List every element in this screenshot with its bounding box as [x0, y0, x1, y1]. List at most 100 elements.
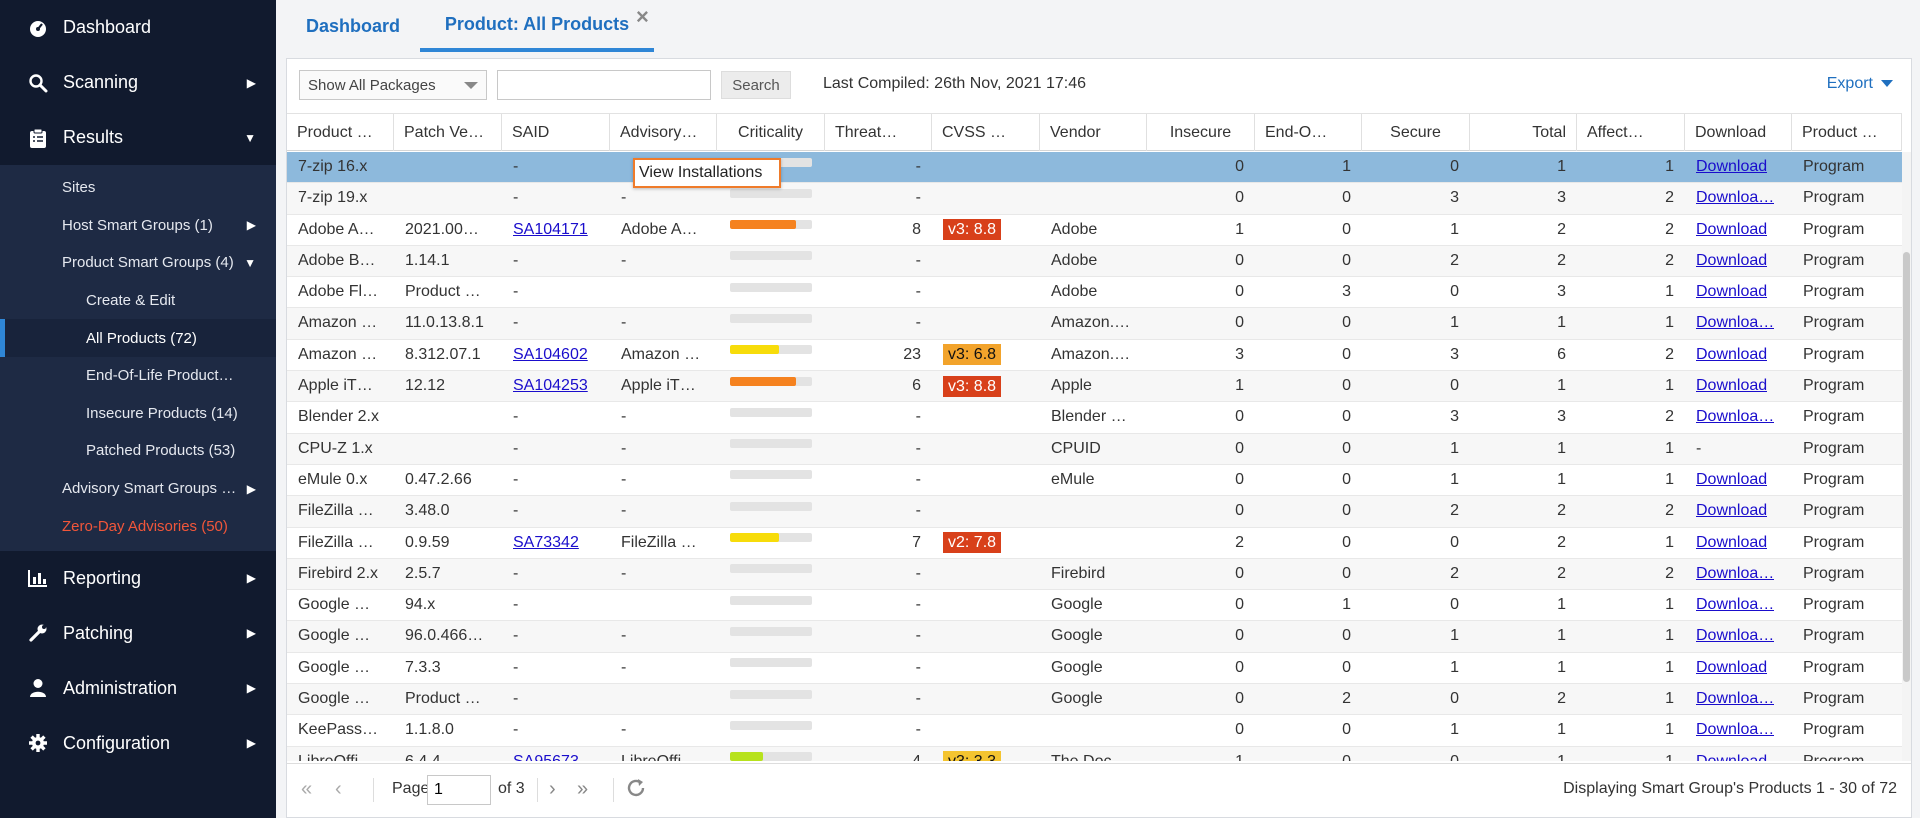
- tab-dashboard[interactable]: Dashboard: [294, 0, 412, 52]
- sidebar-item-product-smart-groups[interactable]: Product Smart Groups (4) ▼: [0, 244, 276, 282]
- sidebar-item-patched-products[interactable]: Patched Products (53): [0, 432, 276, 470]
- prev-page-icon[interactable]: ‹: [335, 778, 342, 801]
- download-link[interactable]: Downloa…: [1696, 189, 1774, 207]
- sidebar-item-create-edit[interactable]: Create & Edit: [0, 282, 276, 320]
- search-button[interactable]: Search: [721, 71, 791, 99]
- download-link[interactable]: Download: [1696, 377, 1767, 395]
- package-filter-select[interactable]: Show All Packages: [299, 70, 487, 100]
- table-row[interactable]: Blender 2.x - - - Blender … 0 0 3 3 2 Downloa… Prog…: [287, 402, 1911, 434]
- table-row[interactable]: eMule 0.x 0.47.2.66 - - - eMule 0 0 1 1 1 Download P…: [287, 465, 1911, 497]
- download-link[interactable]: Download: [1696, 534, 1767, 552]
- next-page-icon[interactable]: ›: [549, 778, 556, 801]
- column-header-threat[interactable]: Threat…: [825, 114, 932, 151]
- download-link[interactable]: Download: [1696, 471, 1767, 489]
- first-page-icon[interactable]: «: [301, 778, 312, 801]
- sidebar-item-end-of-life-products[interactable]: End-Of-Life Product…: [0, 357, 276, 395]
- download-link[interactable]: Download: [1696, 158, 1767, 176]
- table-row[interactable]: CPU-Z 1.x - - - CPUID 0 0 1 1 1 - Program: [287, 433, 1911, 465]
- table-row[interactable]: Google … 7.3.3 - - - Google 0 0 1 1 1 Download Progr…: [287, 653, 1911, 685]
- table-row[interactable]: FileZilla … 0.9.59 SA73342 FileZilla … 7 v2: …: [287, 528, 1911, 559]
- column-header-secure[interactable]: Secure: [1362, 114, 1470, 151]
- download-link[interactable]: Download: [1696, 252, 1767, 270]
- nav-dashboard[interactable]: Dashboard: [0, 0, 276, 55]
- column-header-end-of-life[interactable]: End-O…: [1255, 114, 1362, 151]
- table-row[interactable]: 7-zip 19.x - - - 0 0 3 3 2 Downloa… Program: [287, 183, 1911, 215]
- table-row[interactable]: Firebird 2.x 2.5.7 - - - Firebird 0 0 2 2 2 Downloa…: [287, 558, 1911, 591]
- download-link[interactable]: Downloa…: [1696, 408, 1774, 426]
- column-header-product-name[interactable]: Product Nam: [287, 114, 394, 151]
- column-header-vendor[interactable]: Vendor: [1040, 114, 1147, 151]
- last-page-icon[interactable]: »: [577, 778, 588, 801]
- download-link[interactable]: Downloa…: [1696, 721, 1774, 739]
- column-header-said[interactable]: SAID: [502, 114, 610, 151]
- search-input[interactable]: [497, 70, 711, 100]
- export-button[interactable]: Export: [1827, 75, 1893, 93]
- column-header-insecure[interactable]: Insecure: [1147, 114, 1255, 151]
- download-link[interactable]: Downloa…: [1696, 596, 1774, 614]
- download-link[interactable]: Download: [1696, 502, 1767, 520]
- column-header-patch-version[interactable]: Patch Ve…: [394, 114, 502, 151]
- table-row[interactable]: Amazon … 11.0.13.8.1 - - - Amazon.… 0 0 1 1 1 Downl…: [287, 308, 1911, 340]
- column-header-criticality[interactable]: Criticality: [717, 114, 825, 151]
- download-link[interactable]: Download: [1696, 346, 1767, 364]
- scrollbar-thumb[interactable]: [1903, 252, 1910, 682]
- cell-product-name: FileZilla …: [287, 528, 394, 558]
- download-link[interactable]: Downloa…: [1696, 627, 1774, 645]
- table-row[interactable]: Amazon … 8.312.07.1 SA104602 Amazon … 23 v3: …: [287, 340, 1911, 372]
- column-header-advisory[interactable]: Advisory…: [610, 114, 717, 151]
- table-row[interactable]: FileZilla … 3.48.0 - - - 0 0 2 2 2 Download Program: [287, 496, 1911, 528]
- view-installations-tooltip[interactable]: View Installations: [633, 158, 781, 188]
- column-header-cvss[interactable]: CVSS …: [932, 114, 1040, 151]
- sidebar-item-insecure-products[interactable]: Insecure Products (14): [0, 395, 276, 433]
- cell-text: 1: [1235, 220, 1244, 238]
- nav-reporting[interactable]: Reporting ▶: [0, 551, 276, 606]
- download-link[interactable]: Download: [1696, 753, 1767, 761]
- sidebar-item-zero-day-advisories[interactable]: Zero-Day Advisories (50): [0, 507, 276, 545]
- download-link[interactable]: Downloa…: [1696, 314, 1774, 332]
- table-row[interactable]: Adobe Fl… Product … - - Adobe 0 3 0 3 1 Download Pr…: [287, 277, 1911, 309]
- refresh-icon[interactable]: [625, 777, 647, 805]
- nav-scanning[interactable]: Scanning ▶: [0, 55, 276, 110]
- cell-end-of-life: 0: [1255, 621, 1362, 651]
- cell-product-type: Program: [1792, 653, 1902, 683]
- sidebar-item-advisory-smart-groups[interactable]: Advisory Smart Groups … ▶: [0, 470, 276, 508]
- column-header-product-type[interactable]: Product …: [1792, 114, 1902, 151]
- table-row[interactable]: Google … 96.0.466… - - - Google 0 0 1 1 1 Downloa… P…: [287, 621, 1911, 653]
- column-header-affected[interactable]: Affect…: [1577, 114, 1685, 151]
- close-icon[interactable]: ×: [636, 4, 649, 30]
- said-link[interactable]: SA104171: [513, 221, 588, 239]
- download-link[interactable]: Downloa…: [1696, 565, 1774, 583]
- nav-administration[interactable]: Administration ▶: [0, 661, 276, 716]
- nav-patching[interactable]: Patching ▶: [0, 606, 276, 661]
- nav-configuration[interactable]: Configuration ▶: [0, 716, 276, 771]
- table-row[interactable]: 7-zip 16.x - - 0 1 0 1 1 Download Program: [287, 152, 1911, 184]
- vertical-scrollbar[interactable]: [1902, 152, 1911, 761]
- download-link[interactable]: Downloa…: [1696, 690, 1774, 708]
- download-link[interactable]: Download: [1696, 221, 1767, 239]
- table-row[interactable]: Apple iT… 12.12 SA104253 Apple iT… 6 v3: 8.8 A…: [287, 371, 1911, 403]
- said-link[interactable]: SA104253: [513, 377, 588, 395]
- download-link[interactable]: Download: [1696, 659, 1767, 677]
- cell-text: 0: [1342, 564, 1351, 582]
- sidebar-item-sites[interactable]: Sites: [0, 169, 276, 207]
- nav-results[interactable]: Results ▼: [0, 110, 276, 165]
- said-link[interactable]: SA104602: [513, 346, 588, 364]
- page-number-input[interactable]: [427, 775, 491, 805]
- column-header-label: Advisory…: [620, 123, 698, 141]
- table-row[interactable]: Adobe A… 2021.00… SA104171 Adobe A… 8 v3: 8.8…: [287, 215, 1911, 246]
- sidebar-item-host-smart-groups[interactable]: Host Smart Groups (1) ▶: [0, 207, 276, 245]
- column-header-total[interactable]: Total: [1470, 114, 1577, 151]
- cell-vendor: [1040, 152, 1147, 182]
- table-row[interactable]: Adobe B… 1.14.1 - - - Adobe 0 0 2 2 2 Download Progr…: [287, 245, 1911, 278]
- table-row[interactable]: KeePass… 1.1.8.0 - - - 0 0 1 1 1 Downloa… Program: [287, 715, 1911, 747]
- download-link[interactable]: Download: [1696, 283, 1767, 301]
- export-label: Export: [1826, 75, 1873, 92]
- said-link[interactable]: SA95673: [513, 753, 579, 761]
- sidebar-item-all-products[interactable]: All Products (72): [0, 319, 276, 357]
- table-row[interactable]: Google … 94.x - - Google 0 1 0 1 1 Downloa… Program: [287, 590, 1911, 622]
- table-row[interactable]: Google … Product … - - Google 0 2 0 2 1 Downloa… Pr…: [287, 684, 1911, 716]
- column-header-download[interactable]: Download: [1685, 114, 1792, 151]
- tab-product-all-products[interactable]: Product: All Products: [420, 0, 654, 52]
- said-link[interactable]: SA73342: [513, 534, 579, 552]
- table-row[interactable]: LibreOffi… 6.4.4 SA95673 LibreOffi… 4 v3: 3.3…: [287, 746, 1911, 761]
